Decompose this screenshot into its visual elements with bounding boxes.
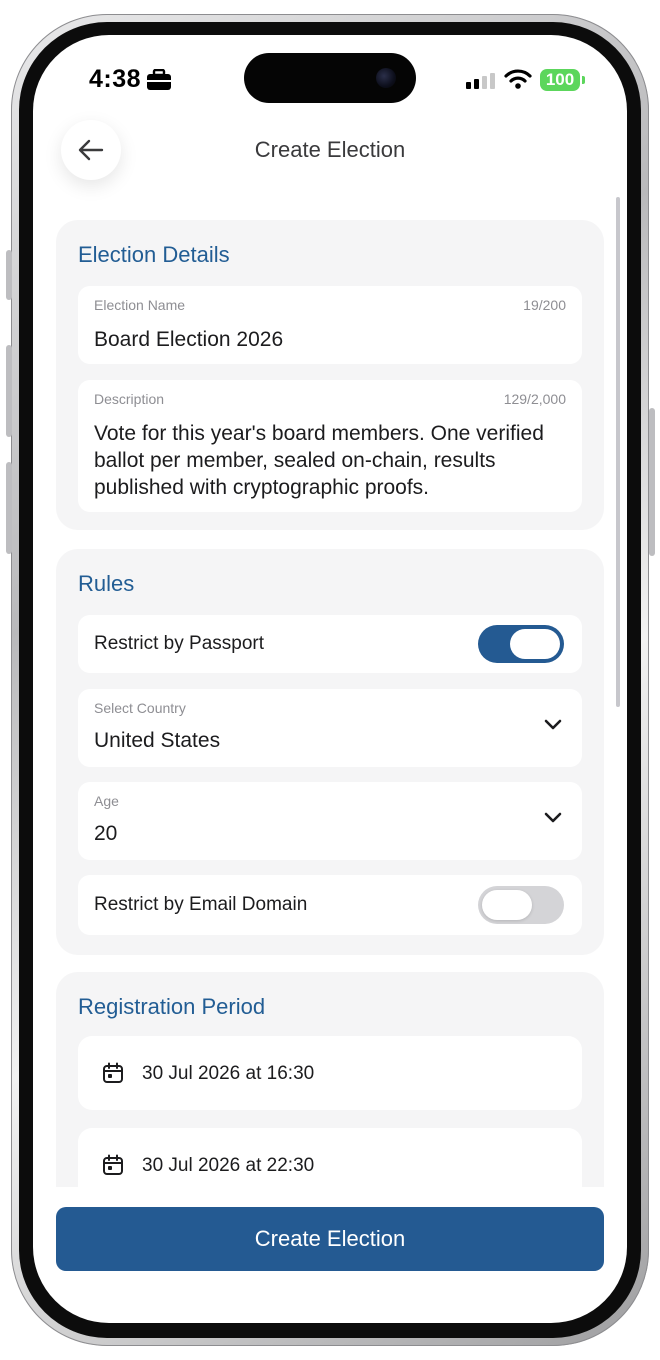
description-field[interactable]: Description 129/2,000 Vote for this year…	[78, 380, 582, 512]
create-election-button[interactable]: Create Election	[56, 1207, 604, 1271]
section-title-rules: Rules	[78, 571, 135, 596]
calendar-icon	[103, 1154, 123, 1175]
election-name-field[interactable]: Election Name 19/200 Board Election 2026	[78, 286, 582, 364]
restrict-email-row[interactable]: Restrict by Email Domain	[78, 875, 582, 935]
age-select[interactable]: Age 20	[78, 782, 582, 860]
wifi-icon	[504, 69, 532, 89]
cellular-signal-icon	[466, 73, 495, 89]
briefcase-icon	[147, 69, 171, 90]
camera-icon	[376, 68, 396, 88]
registration-period-card: Registration Period 30 Jul 2026 at 16:30	[56, 972, 604, 1187]
volume-down-button	[6, 462, 12, 554]
dynamic-island	[244, 53, 416, 103]
scrollbar[interactable]	[616, 197, 620, 707]
registration-start-text: 30 Jul 2026 at 16:30	[142, 1063, 315, 1084]
screen: 4:38 100 Create Election Election Detail…	[33, 35, 627, 1323]
toggle-knob	[510, 629, 560, 659]
restrict-email-label: Restrict by Email Domain	[94, 894, 308, 915]
description-value[interactable]: Vote for this year's board members. One …	[94, 420, 564, 501]
restrict-passport-toggle[interactable]	[478, 625, 564, 663]
status-time: 4:38	[89, 65, 142, 93]
registration-start-date[interactable]: 30 Jul 2026 at 16:30	[78, 1036, 582, 1110]
country-value: United States	[94, 729, 221, 752]
election-name-counter: 19/200	[523, 297, 566, 313]
age-value: 20	[94, 822, 118, 845]
section-title-registration-period: Registration Period	[78, 994, 266, 1019]
rules-card: Rules Restrict by Passport Select Countr…	[56, 549, 604, 955]
country-label: Select Country	[94, 700, 186, 716]
toggle-knob	[482, 890, 532, 920]
action-button	[6, 250, 12, 300]
election-details-card: Election Details Election Name 19/200 Bo…	[56, 220, 604, 530]
form-scroll-area[interactable]: Election Details Election Name 19/200 Bo…	[33, 195, 627, 1187]
registration-end-text: 30 Jul 2026 at 22:30	[142, 1155, 315, 1176]
restrict-passport-row[interactable]: Restrict by Passport	[78, 615, 582, 673]
restrict-passport-label: Restrict by Passport	[94, 633, 264, 654]
election-name-value[interactable]: Board Election 2026	[94, 328, 283, 352]
power-button	[649, 408, 655, 556]
country-select[interactable]: Select Country United States	[78, 689, 582, 767]
age-label: Age	[94, 793, 119, 809]
restrict-email-toggle[interactable]	[478, 886, 564, 924]
description-counter: 129/2,000	[503, 391, 566, 407]
election-name-label: Election Name	[94, 297, 186, 313]
chevron-down-icon[interactable]	[544, 719, 562, 731]
calendar-icon	[103, 1062, 123, 1083]
battery-tip	[582, 76, 585, 84]
description-label: Description	[94, 391, 165, 407]
page-title: Create Election	[254, 137, 406, 162]
battery-indicator: 100	[540, 69, 580, 91]
registration-end-date[interactable]: 30 Jul 2026 at 22:30	[78, 1128, 582, 1187]
chevron-down-icon[interactable]	[544, 812, 562, 824]
volume-up-button	[6, 345, 12, 437]
section-title-election-details: Election Details	[78, 242, 230, 267]
